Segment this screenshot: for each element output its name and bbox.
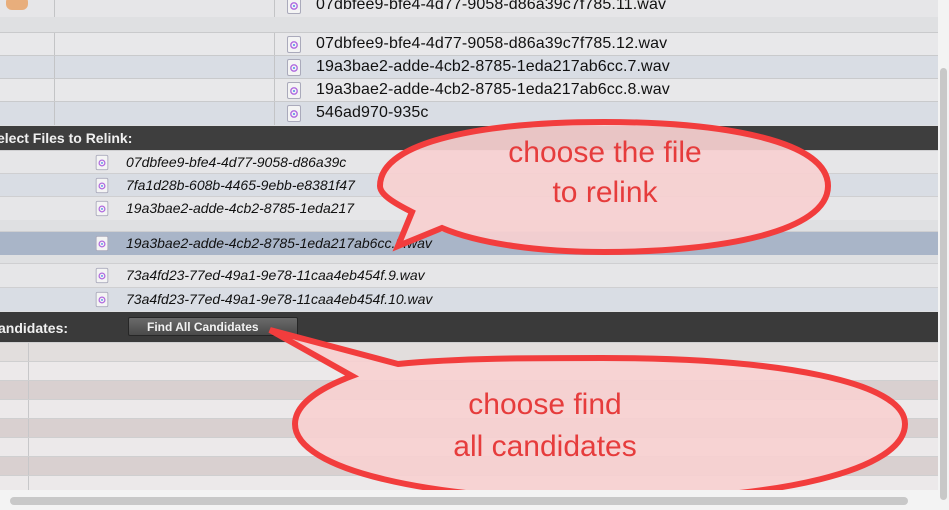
callout-text-relink: choose the file to relink [470,136,740,210]
callout-line: choose find [468,388,622,421]
callout-line: choose the file [508,136,702,169]
callout-text-find: choose find all candidates [400,388,690,464]
scrollbar-thumb[interactable] [10,497,908,505]
callout-line: all candidates [453,430,637,463]
vertical-scrollbar[interactable] [938,0,949,510]
callout-line: to relink [552,176,658,209]
relink-window: 07dbfee9-bfe4-4d77-9058-d86a39c7f785.11.… [0,0,949,510]
scrollbar-thumb[interactable] [940,68,947,500]
horizontal-scrollbar[interactable] [0,490,938,510]
